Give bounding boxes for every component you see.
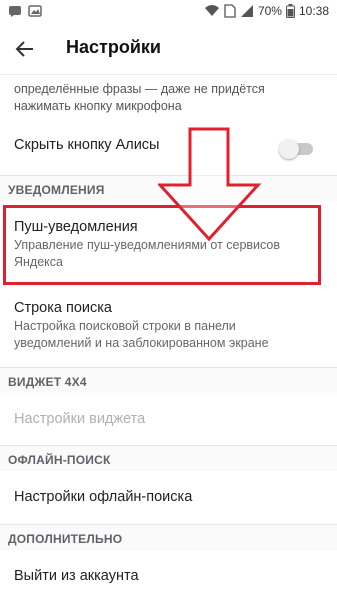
status-bar-right: 70% 10:38: [204, 4, 329, 18]
logout-title: Выйти из аккаунта: [14, 568, 139, 584]
back-button[interactable]: [12, 36, 38, 62]
arrow-down-icon: [158, 127, 262, 242]
wifi-icon: [204, 5, 219, 16]
status-bar: 70% 10:38: [0, 0, 337, 24]
offline-settings-title: Настройки офлайн-поиска: [14, 489, 193, 505]
partial-item-text: определённые фразы — даже не придётся на…: [14, 82, 265, 113]
page-title: Настройки: [66, 37, 161, 57]
message-icon: [9, 6, 21, 17]
section-widget: ВИДЖЕТ 4X4: [0, 367, 337, 393]
search-bar-row[interactable]: Строка поиска Настройка поисковой строки…: [14, 300, 314, 352]
section-additional: ДОПОЛНИТЕЛЬНО: [0, 524, 337, 550]
arrow-left-icon: [15, 41, 33, 57]
clock: 10:38: [298, 4, 329, 18]
search-bar-title: Строка поиска: [14, 300, 112, 316]
search-bar-subtitle: Настройка поисковой строки в панели увед…: [14, 319, 269, 350]
status-bar-left: [8, 4, 42, 18]
battery-percent: 70%: [257, 4, 282, 18]
logout-row[interactable]: Выйти из аккаунта: [14, 568, 314, 584]
section-offline: ОФЛАЙН-ПОИСК: [0, 445, 337, 471]
photo-icon: [28, 5, 42, 17]
battery-icon: [285, 4, 295, 18]
widget-settings-title: Настройки виджета: [14, 411, 146, 427]
app-bar: Настройки: [0, 24, 337, 75]
widget-settings-row: Настройки виджета: [14, 411, 314, 427]
toggle-knob: [279, 139, 299, 159]
hide-alice-toggle[interactable]: [279, 139, 313, 159]
signal-icon: [240, 5, 253, 17]
sim-icon: [224, 4, 236, 18]
offline-settings-row[interactable]: Настройки офлайн-поиска: [14, 489, 314, 505]
